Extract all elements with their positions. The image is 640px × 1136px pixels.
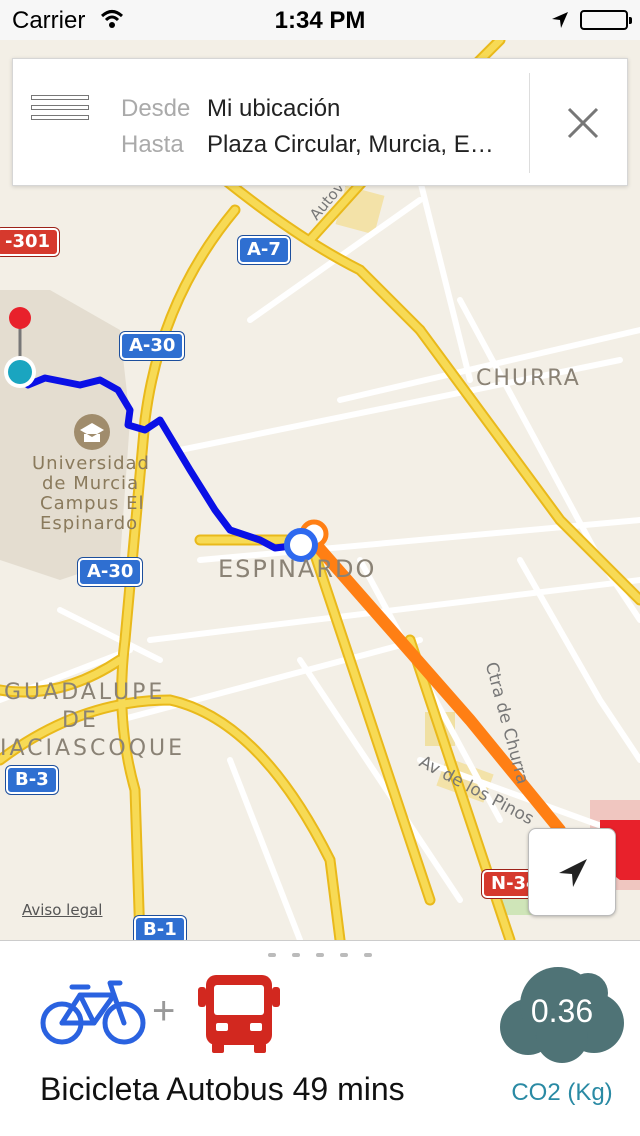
bus-icon: [198, 975, 280, 1053]
legal-link[interactable]: Aviso legal: [22, 901, 102, 919]
place-label-churra: CHURRA: [476, 366, 581, 391]
road-shield-301: -301: [0, 228, 60, 256]
close-icon[interactable]: [561, 101, 605, 145]
menu-icon[interactable]: [31, 95, 89, 139]
origin-field[interactable]: Desde Mi ubicación: [121, 95, 340, 123]
destination-value: Plaza Circular, Murcia, E…: [207, 131, 494, 158]
co2-value: 0.36: [530, 993, 594, 1029]
destination-field[interactable]: Hasta Plaza Circular, Murcia, E…: [121, 131, 494, 159]
route-search-card: Desde Mi ubicación Hasta Plaza Circular, M…: [12, 58, 628, 186]
plus-icon: +: [152, 989, 176, 1033]
road-shield-a30: A-30: [120, 332, 185, 360]
destination-label: Hasta: [121, 131, 184, 158]
co2-label: CO2 (Kg): [511, 1079, 613, 1106]
bicycle-icon: [40, 980, 146, 1045]
place-label-guadalupe-de: DE: [62, 708, 99, 733]
location-services-icon: [550, 10, 570, 35]
road-shield-a30: A-30: [78, 558, 143, 586]
divider: [529, 73, 530, 173]
poi-label-university-1: Universidad: [32, 453, 150, 474]
route-summary-text: Bicicleta Autobus 49 mins: [40, 1071, 405, 1107]
poi-label-university-4: Espinardo: [40, 513, 139, 534]
place-label-guadalupe: GUADALUPE: [4, 680, 166, 705]
battery-icon: [580, 10, 632, 30]
road-shield-b3: B-3: [6, 766, 58, 794]
current-location-button[interactable]: [528, 828, 616, 916]
bus-route-line: [306, 534, 566, 836]
road-shield-b1: B-1: [134, 916, 186, 940]
poi-label-university-3: Campus El: [40, 493, 145, 514]
origin-value: Mi ubicación: [207, 95, 341, 122]
poi-label-university-2: de Murcia: [42, 473, 140, 494]
place-label-espinardo: ESPINARDO: [218, 555, 377, 583]
road-shield-a7: A-7: [238, 236, 290, 264]
location-arrow-icon: [559, 859, 587, 887]
status-bar: Carrier 1:34 PM: [0, 0, 640, 40]
drag-handle[interactable]: [268, 953, 372, 959]
clock: 1:34 PM: [274, 7, 366, 34]
place-label-macisacoque: IACIASCOQUE: [0, 736, 186, 761]
origin-pin-icon[interactable]: [9, 307, 31, 329]
route-summary-panel[interactable]: + Bicicleta Autobus 49 mins 0.36 CO2 (Kg…: [0, 940, 640, 1136]
origin-label: Desde: [121, 95, 191, 122]
